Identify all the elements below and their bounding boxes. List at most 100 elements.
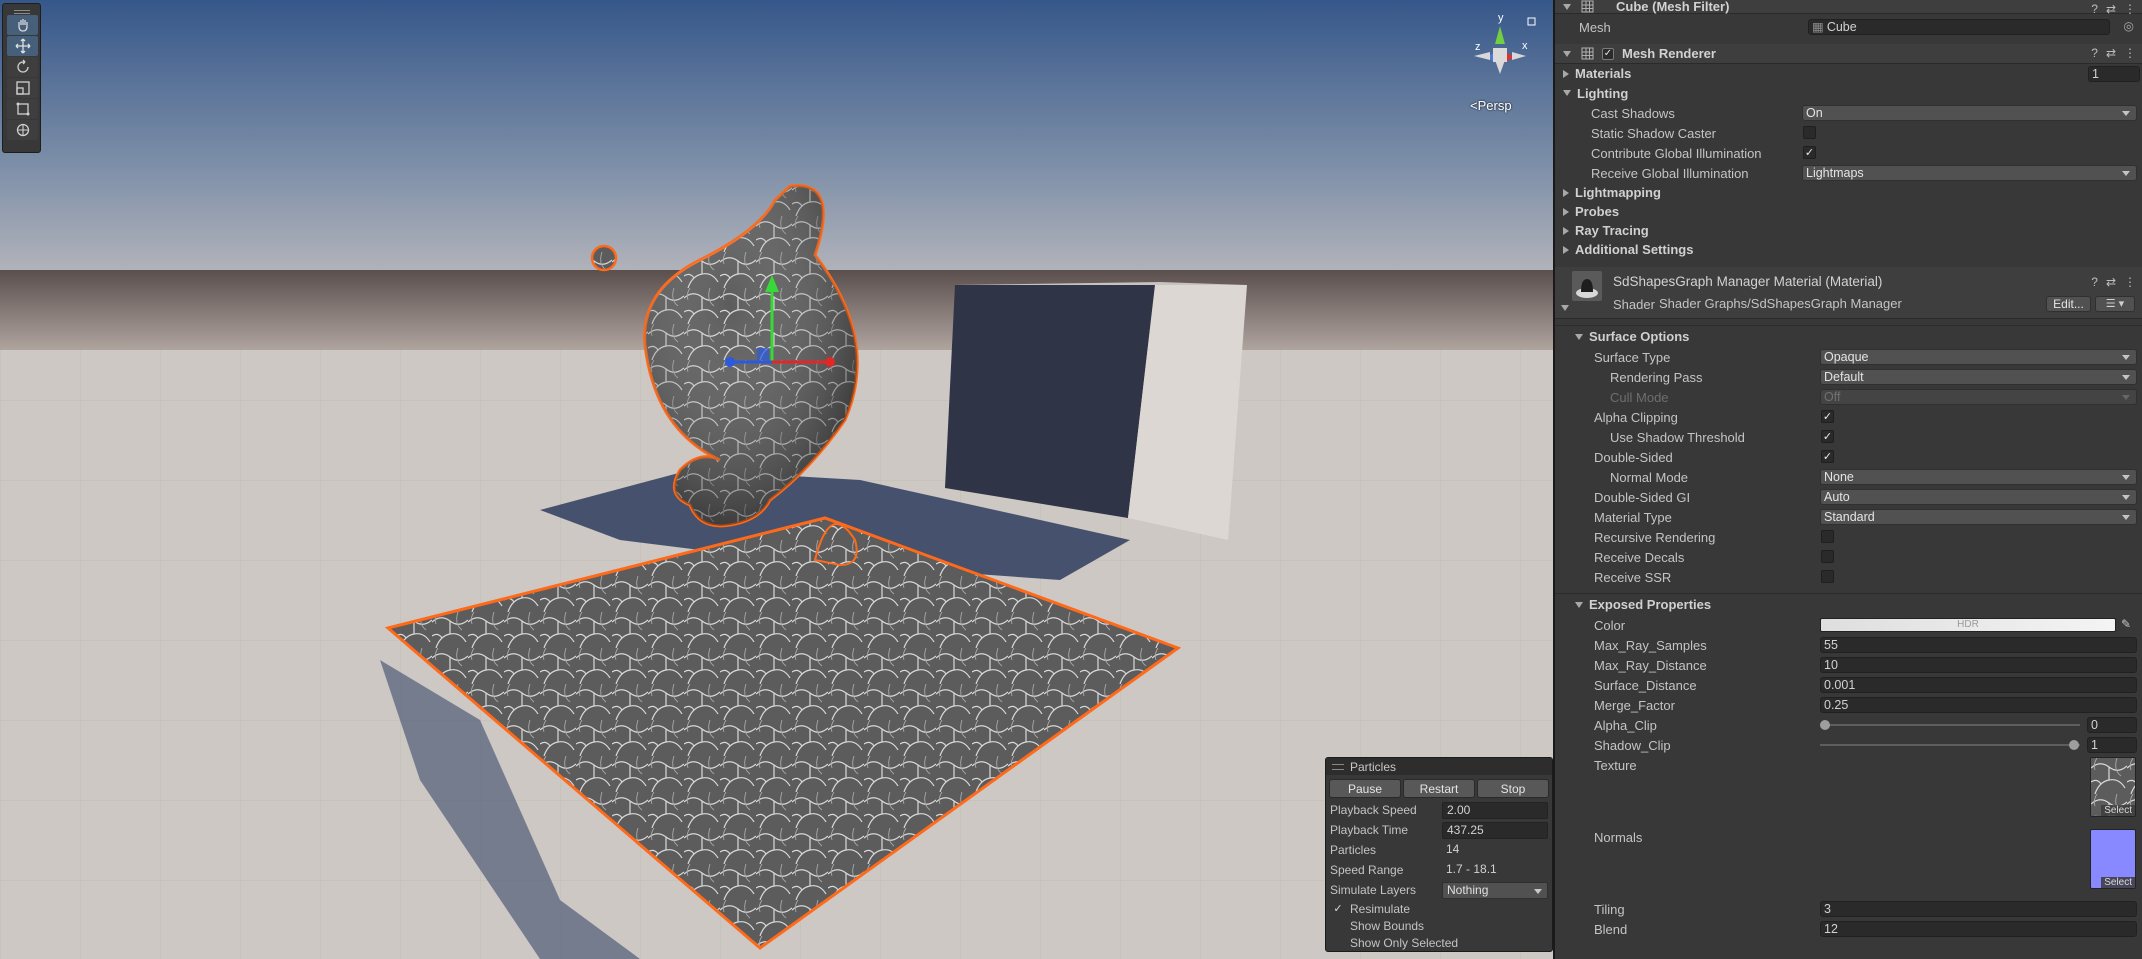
rect-tool-button[interactable] xyxy=(7,99,38,119)
playback-speed-field[interactable]: 2.00 xyxy=(1442,801,1548,819)
normals-slot[interactable]: Select xyxy=(2090,829,2136,889)
double-sided-gi-dropdown[interactable]: Auto xyxy=(1820,489,2137,505)
surface-type-dropdown[interactable]: Opaque xyxy=(1820,349,2137,365)
speed-range-value: 1.7 - 18.1 xyxy=(1446,861,1497,876)
move-tool-button[interactable] xyxy=(7,36,38,56)
kebab-menu-icon[interactable]: ⋮ xyxy=(2124,275,2136,289)
speed-range-label: Speed Range xyxy=(1330,863,1404,877)
receive-ssr-label: Receive SSR xyxy=(1594,569,1672,585)
playback-time-label: Playback Time xyxy=(1330,823,1409,837)
hand-tool-button[interactable] xyxy=(7,15,38,35)
alpha-clip-field[interactable]: 0 xyxy=(2087,717,2137,733)
shadow-clip-slider[interactable] xyxy=(1820,737,2080,753)
scale-icon xyxy=(15,81,30,95)
additional-settings-foldout[interactable]: Additional Settings xyxy=(1563,242,1693,257)
probes-foldout[interactable]: Probes xyxy=(1563,204,1619,219)
static-shadow-caster-label: Static Shadow Caster xyxy=(1591,125,1717,141)
max-ray-samples-field[interactable]: 55 xyxy=(1820,637,2137,653)
playback-time-field[interactable]: 437.25 xyxy=(1442,821,1548,839)
exposed-properties-foldout[interactable]: Exposed Properties xyxy=(1575,597,1711,612)
shader-dropdown[interactable]: Shader Graphs/SdShapesGraph Manager xyxy=(1659,296,2039,311)
receive-gi-dropdown[interactable]: Lightmaps xyxy=(1802,165,2137,181)
contribute-gi-checkbox[interactable]: ✓ xyxy=(1803,146,1816,159)
material-header[interactable]: SdShapesGraph Manager Material (Material… xyxy=(1555,267,2142,319)
receive-ssr-checkbox[interactable] xyxy=(1821,570,1834,583)
foldout-icon[interactable] xyxy=(1563,3,1571,10)
recursive-rendering-checkbox[interactable] xyxy=(1821,530,1834,543)
material-thumbnail xyxy=(1572,271,1602,301)
cull-mode-label: Cull Mode xyxy=(1610,389,1669,405)
receive-decals-checkbox[interactable] xyxy=(1821,550,1834,563)
grip-icon xyxy=(1332,763,1344,770)
stop-button[interactable]: Stop xyxy=(1477,779,1549,798)
color-field[interactable]: HDR xyxy=(1820,618,2116,632)
help-icon[interactable]: ? xyxy=(2091,46,2098,60)
edit-shader-button[interactable]: Edit... xyxy=(2046,296,2091,312)
additional-settings-label: Additional Settings xyxy=(1575,242,1694,257)
foldout-icon xyxy=(1563,207,1569,216)
normal-mode-dropdown[interactable]: None xyxy=(1820,469,2137,485)
help-icon[interactable]: ? xyxy=(2091,275,2098,289)
mesh-field[interactable]: ▦ Cube xyxy=(1808,19,2110,35)
show-bounds-toggle[interactable]: Show Bounds xyxy=(1326,917,1552,934)
alpha-clipping-checkbox[interactable]: ✓ xyxy=(1821,410,1834,423)
simulate-layers-dropdown[interactable]: Nothing xyxy=(1442,881,1548,899)
material-type-dropdown[interactable]: Standard xyxy=(1820,509,2137,525)
shadow-clip-field[interactable]: 1 xyxy=(2087,737,2137,753)
double-sided-checkbox[interactable]: ✓ xyxy=(1821,450,1834,463)
foldout-icon[interactable] xyxy=(1563,50,1571,57)
max-ray-distance-field[interactable]: 10 xyxy=(1820,657,2137,673)
mesh-renderer-title: Mesh Renderer xyxy=(1622,46,1716,61)
scale-tool-button[interactable] xyxy=(7,78,38,98)
cast-shadows-dropdown[interactable]: On xyxy=(1802,105,2137,121)
pause-button[interactable]: Pause xyxy=(1329,779,1401,798)
ray-tracing-foldout[interactable]: Ray Tracing xyxy=(1563,223,1649,238)
shader-options-button[interactable]: ☰ ▾ xyxy=(2095,296,2135,312)
normals-select-button[interactable]: Select xyxy=(2101,877,2135,888)
alpha-clip-slider[interactable] xyxy=(1820,717,2080,733)
foldout-icon xyxy=(1563,69,1569,78)
tiling-field[interactable]: 3 xyxy=(1820,901,2137,917)
particles-header[interactable]: Particles xyxy=(1326,758,1552,775)
texture-slot[interactable]: Select xyxy=(2090,757,2136,817)
rendering-pass-dropdown[interactable]: Default xyxy=(1820,369,2137,385)
slider-knob[interactable] xyxy=(2069,740,2079,750)
mesh-value: Cube xyxy=(1826,20,1857,34)
slider-knob[interactable] xyxy=(1820,720,1830,730)
mesh-filter-header[interactable]: Cube (Mesh Filter) ? ⇄ ⋮ xyxy=(1555,0,2142,16)
enabled-checkbox[interactable]: ✓ xyxy=(1602,47,1614,60)
static-shadow-caster-checkbox[interactable] xyxy=(1803,126,1816,139)
transform-icon xyxy=(16,123,29,137)
projection-label[interactable]: <Persp xyxy=(1470,98,1525,113)
lightmapping-foldout[interactable]: Lightmapping xyxy=(1563,185,1661,200)
preset-icon[interactable]: ⇄ xyxy=(2106,46,2116,60)
rotate-tool-button[interactable] xyxy=(7,57,38,77)
eyedropper-icon[interactable]: ✎ xyxy=(2121,617,2131,631)
merge-factor-field[interactable]: 0.25 xyxy=(1820,697,2137,713)
object-picker-icon[interactable]: ◎ xyxy=(2124,19,2134,33)
grip-icon[interactable] xyxy=(7,6,36,14)
resimulate-label: Resimulate xyxy=(1350,901,1411,916)
kebab-menu-icon[interactable]: ⋮ xyxy=(2124,46,2136,60)
mesh-renderer-header[interactable]: ✓ Mesh Renderer ? ⇄ ⋮ xyxy=(1555,44,2142,64)
preset-icon[interactable]: ⇄ xyxy=(2106,275,2116,289)
particles-count-value: 14 xyxy=(1446,841,1460,856)
lighting-foldout[interactable]: Lighting xyxy=(1563,86,1628,101)
particles-title: Particles xyxy=(1350,759,1397,774)
foldout-icon[interactable] xyxy=(1561,305,1569,311)
surface-distance-field[interactable]: 0.001 xyxy=(1820,677,2137,693)
texture-select-button[interactable]: Select xyxy=(2101,805,2135,816)
probes-label: Probes xyxy=(1575,204,1620,219)
orientation-gizmo[interactable]: y z x xyxy=(1460,12,1540,92)
materials-count-field[interactable]: 1 xyxy=(2088,66,2140,82)
surface-options-foldout[interactable]: Surface Options xyxy=(1575,329,1689,344)
materials-foldout[interactable]: Materials xyxy=(1563,66,1631,81)
blend-field[interactable]: 12 xyxy=(1820,921,2137,937)
transform-tool-button[interactable] xyxy=(7,120,38,140)
show-only-selected-toggle[interactable]: Show Only Selected xyxy=(1326,934,1552,951)
scene-view[interactable]: y z x <Persp Particles Pause Restart Sto… xyxy=(0,0,1553,959)
scene-render[interactable] xyxy=(0,0,1553,959)
resimulate-toggle[interactable]: ✓ Resimulate xyxy=(1326,900,1552,917)
use-shadow-threshold-checkbox[interactable]: ✓ xyxy=(1821,430,1834,443)
restart-button[interactable]: Restart xyxy=(1403,779,1475,798)
